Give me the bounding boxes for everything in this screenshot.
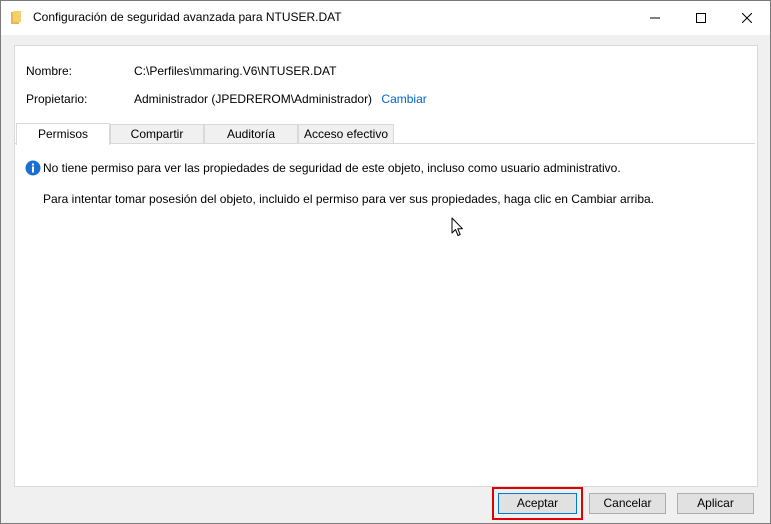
owner-name: Administrador (JPEDREROM\Administrador) — [134, 92, 373, 106]
ok-button-label: Aceptar — [516, 496, 559, 510]
tab-permissions[interactable]: Permisos — [16, 123, 110, 145]
owner-value: Administrador (JPEDREROM\Administrador) … — [134, 92, 427, 106]
tab-sharing[interactable]: Compartir — [110, 124, 204, 144]
name-value: C:\Perfiles\mmaring.V6\NTUSER.DAT — [134, 64, 337, 78]
tab-strip: Permisos Compartir Auditoría Acceso efec… — [16, 123, 756, 145]
maximize-button[interactable] — [678, 1, 724, 35]
close-icon — [742, 13, 752, 23]
folder-icon — [11, 11, 21, 24]
title-bar[interactable]: Configuración de seguridad avanzada para… — [1, 1, 770, 35]
tab-auditing[interactable]: Auditoría — [204, 124, 298, 144]
info-message-row: No tiene permiso para ver las propiedade… — [25, 160, 621, 176]
close-button[interactable] — [724, 1, 770, 35]
hint-message: Para intentar tomar posesión del objeto,… — [43, 192, 654, 206]
cancel-button[interactable]: Cancelar — [589, 493, 666, 514]
change-owner-link[interactable]: Cambiar — [381, 92, 426, 106]
advanced-security-settings-window: Configuración de seguridad avanzada para… — [0, 0, 771, 524]
permissions-panel: No tiene permiso para ver las propiedade… — [16, 145, 756, 485]
name-label: Nombre: — [26, 64, 73, 78]
tab-divider — [15, 143, 755, 144]
owner-label: Propietario: — [26, 92, 88, 106]
ok-button[interactable]: Aceptar — [498, 493, 577, 514]
content-panel: Nombre: C:\Perfiles\mmaring.V6\NTUSER.DA… — [14, 45, 758, 487]
minimize-icon — [650, 17, 660, 19]
maximize-icon — [696, 13, 706, 23]
apply-button[interactable]: Aplicar — [677, 493, 754, 514]
info-icon — [25, 160, 41, 176]
mouse-pointer-icon — [451, 217, 463, 236]
tab-effective-access[interactable]: Acceso efectivo — [298, 124, 394, 144]
info-message: No tiene permiso para ver las propiedade… — [43, 161, 621, 175]
window-title: Configuración de seguridad avanzada para… — [33, 10, 342, 24]
minimize-button[interactable] — [632, 1, 678, 35]
